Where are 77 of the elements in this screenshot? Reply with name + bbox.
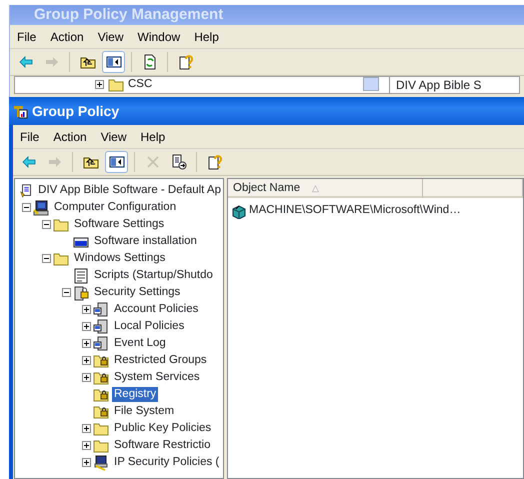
folder-lock-icon: [93, 386, 109, 402]
folder-icon: [53, 216, 69, 232]
menu-item[interactable]: View: [90, 24, 130, 48]
tree-item[interactable]: Registry: [112, 387, 158, 402]
menu-item[interactable]: Help: [187, 24, 226, 48]
tree-pane-icon: [108, 154, 124, 170]
folder-lock-icon: [93, 404, 109, 420]
tree-item[interactable]: Windows Settings: [72, 251, 168, 266]
tree-item[interactable]: Scripts (Startup/Shutdo: [92, 268, 215, 283]
tree-item[interactable]: Event Log: [112, 336, 168, 351]
tree-pane-button[interactable]: [105, 151, 128, 173]
folder-lock-icon: [93, 370, 109, 386]
expand-icon[interactable]: [95, 80, 104, 89]
server-icon: [93, 302, 109, 318]
server-icon: [93, 336, 109, 352]
collapse-icon[interactable]: [22, 203, 30, 212]
details-heading: DIV App Bible S: [389, 77, 482, 93]
gavel-chart-icon: [13, 103, 29, 119]
tree-pane-button[interactable]: [102, 51, 125, 73]
expand-icon[interactable]: [82, 441, 90, 450]
server-lock-icon: [73, 284, 89, 300]
folder-icon: [93, 420, 109, 436]
help-icon: [206, 154, 222, 170]
expand-icon[interactable]: [82, 339, 90, 348]
window-title-text: Group Policy: [32, 102, 120, 121]
export-list-icon: [170, 154, 186, 170]
menu-item[interactable]: View: [94, 124, 134, 148]
arrow-left-icon: [18, 54, 34, 70]
delete-icon: [144, 154, 160, 170]
menu-item[interactable]: Help: [134, 124, 172, 148]
collapse-icon[interactable]: [62, 288, 70, 297]
tree-item[interactable]: Security Settings: [92, 285, 182, 300]
tree-item[interactable]: Public Key Policies: [112, 421, 214, 436]
expand-icon[interactable]: [82, 305, 90, 314]
menu-item[interactable]: Action: [43, 24, 91, 48]
sort-indicator: △: [312, 182, 320, 194]
folder-icon: [53, 250, 69, 266]
expand-icon[interactable]: [82, 373, 90, 382]
tree-item[interactable]: Software Settings: [72, 217, 166, 232]
column-header[interactable]: Object Name △: [228, 179, 423, 198]
tree-item[interactable]: Software installation: [92, 234, 199, 249]
menu-item[interactable]: Window: [130, 24, 188, 48]
scroll-icon: [19, 182, 34, 198]
tree-item[interactable]: IP Security Policies (: [112, 455, 222, 470]
help-icon: [178, 54, 194, 70]
tree-item[interactable]: CSC: [128, 77, 152, 93]
tree-item[interactable]: File System: [112, 404, 176, 419]
window-title: Group Policy Management: [10, 5, 524, 25]
tree-item[interactable]: Restricted Groups: [112, 353, 209, 368]
tree-pane-icon: [106, 54, 122, 70]
refresh-icon: [142, 54, 158, 70]
tree-item[interactable]: Local Policies: [112, 319, 186, 334]
list-item[interactable]: MACHINE\SOFTWARE\Microsoft\Wind…: [249, 202, 461, 220]
computer-key-icon: [93, 454, 109, 470]
folder-icon: [93, 438, 109, 454]
expand-icon[interactable]: [82, 356, 90, 365]
menu-item[interactable]: File: [13, 124, 46, 148]
collapse-icon[interactable]: [42, 220, 50, 229]
computer-icon: [33, 200, 49, 216]
tree-item[interactable]: System Services: [112, 370, 202, 385]
expand-icon[interactable]: [82, 424, 90, 433]
arrow-right-icon: [46, 154, 62, 170]
menu-item[interactable]: Action: [46, 124, 94, 148]
tree-item[interactable]: DIV App Bible Software - Default Ap: [36, 183, 223, 198]
folder-icon: [108, 77, 124, 93]
collapse-icon[interactable]: [42, 254, 50, 263]
server-icon: [93, 318, 109, 334]
expand-icon[interactable]: [82, 458, 90, 467]
arrow-right-icon: [44, 54, 60, 70]
script-icon: [73, 268, 89, 284]
tree-item[interactable]: Account Policies: [112, 302, 200, 317]
expand-icon[interactable]: [82, 322, 90, 331]
tree-item[interactable]: Software Restrictio: [112, 438, 213, 453]
menu-item[interactable]: File: [10, 24, 44, 48]
arrow-left-icon: [20, 154, 36, 170]
tree-item[interactable]: Computer Configuration: [52, 200, 178, 215]
folder-lock-icon: [93, 352, 109, 368]
